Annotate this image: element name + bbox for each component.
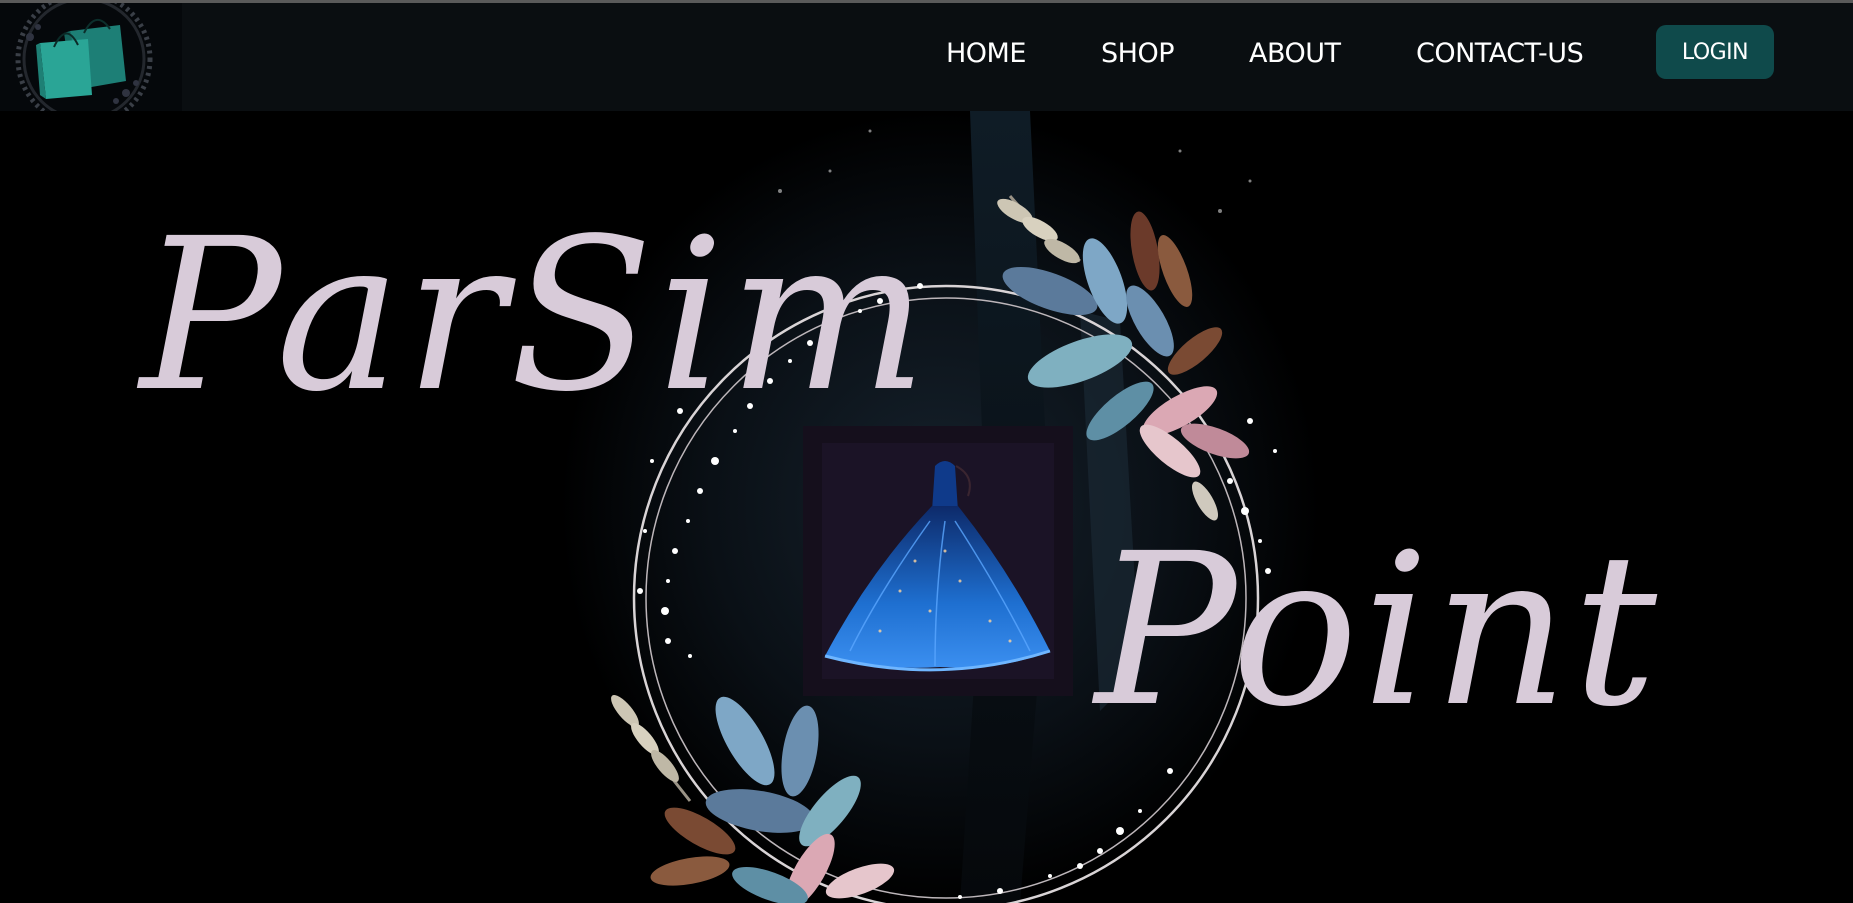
login-button[interactable]: LOGIN (1656, 25, 1774, 79)
shopping-bags-logo-icon (15, 3, 153, 111)
nav-link-shop[interactable]: SHOP (1101, 37, 1174, 71)
hero-section: ParSim Point (0, 111, 1853, 903)
navbar: HOME SHOP ABOUT CONTACT-US LOGIN (0, 3, 1853, 111)
nav-link-home[interactable]: HOME (946, 37, 1026, 71)
site-logo[interactable] (0, 3, 182, 111)
brand-title-parsim: ParSim (140, 193, 932, 438)
nav-link-about[interactable]: ABOUT (1249, 37, 1341, 71)
nav-link-contact-us[interactable]: CONTACT-US (1416, 37, 1584, 71)
brand-title-point: Point (1095, 508, 1662, 753)
ball-gown-dress-icon (803, 426, 1073, 696)
